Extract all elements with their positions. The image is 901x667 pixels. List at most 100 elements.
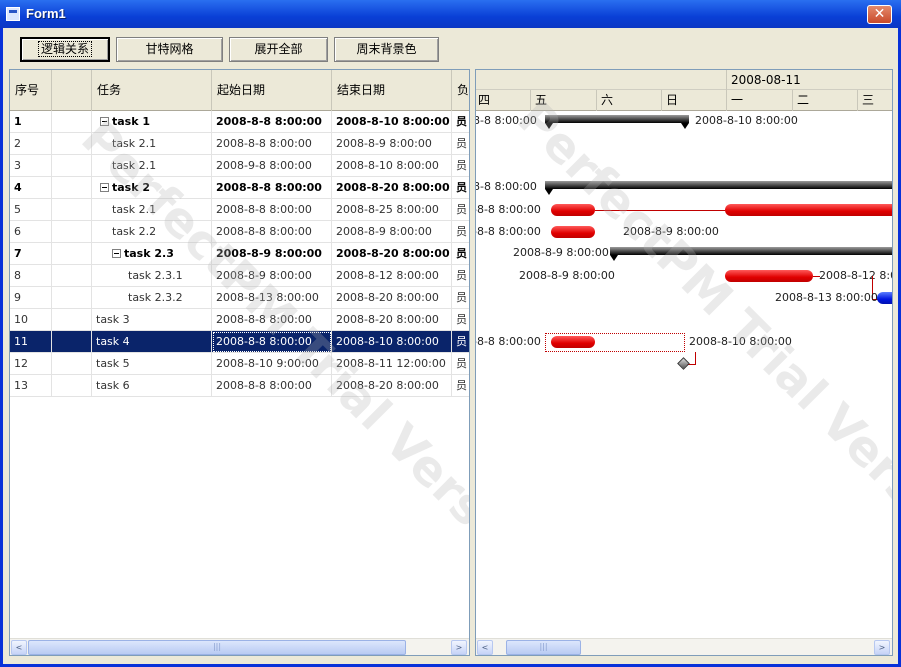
cell-id[interactable]: 6 (10, 221, 52, 243)
table-row[interactable]: 9 task 2.3.2 2008-8-13 8:00:00 2008-8-20 8:… (10, 287, 469, 309)
cell-task[interactable]: task 2.1 (92, 155, 212, 177)
task-bar-2-1-b[interactable] (725, 204, 892, 216)
cell-start[interactable]: 2008-8-9 8:00:00 (212, 243, 332, 265)
cell-id[interactable]: 12 (10, 353, 52, 375)
cell-start[interactable]: 2008-8-8 8:00:00 (212, 375, 332, 397)
table-row[interactable]: 11 task 4 2008-8-8 8:00:00 2008-8-10 8:00:0… (10, 331, 469, 353)
cell-id[interactable]: 3 (10, 155, 52, 177)
table-row[interactable]: 4 task 2 2008-8-8 8:00:00 2008-8-20 8:00:00… (10, 177, 469, 199)
cell-task[interactable]: task 4 (92, 331, 212, 353)
task-bar-2-3-1[interactable] (725, 270, 813, 282)
cell-task[interactable]: task 5 (92, 353, 212, 375)
milestone-task-5[interactable] (677, 357, 690, 370)
table-row[interactable]: 3 task 2.1 2008-9-8 8:00:00 2008-8-10 8:00:… (10, 155, 469, 177)
cell-blank[interactable] (52, 111, 92, 133)
cell-task[interactable]: task 2.3.1 (92, 265, 212, 287)
collapse-icon[interactable] (100, 117, 109, 126)
column-header-task[interactable]: 任务 (92, 70, 212, 111)
cell-resource[interactable]: 员 (452, 133, 469, 155)
table-row[interactable]: 2 task 2.1 2008-8-8 8:00:00 2008-8-9 8:00:0… (10, 133, 469, 155)
cell-blank[interactable] (52, 243, 92, 265)
cell-blank[interactable] (52, 331, 92, 353)
task-bar-2-2[interactable] (551, 226, 595, 238)
cell-resource[interactable]: 员 (452, 287, 469, 309)
cell-end[interactable]: 2008-8-20 8:00:00 (332, 375, 452, 397)
cell-end[interactable]: 2008-8-20 8:00:00 (332, 309, 452, 331)
grid-horizontal-scrollbar[interactable]: < ||| > (10, 638, 469, 655)
cell-id[interactable]: 11 (10, 331, 52, 353)
cell-id[interactable]: 5 (10, 199, 52, 221)
cell-resource[interactable]: 员 (452, 375, 469, 397)
cell-blank[interactable] (52, 287, 92, 309)
cell-end[interactable]: 2008-8-12 8:00:00 (332, 265, 452, 287)
cell-end[interactable]: 2008-8-9 8:00:00 (332, 133, 452, 155)
cell-blank[interactable] (52, 177, 92, 199)
app-icon[interactable] (6, 7, 20, 21)
table-row[interactable]: 12 task 5 2008-8-10 9:00:00 2008-8-11 12:00… (10, 353, 469, 375)
cell-id[interactable]: 4 (10, 177, 52, 199)
cell-task[interactable]: task 1 (92, 111, 212, 133)
collapse-icon[interactable] (112, 249, 121, 258)
cell-resource[interactable]: 员 (452, 199, 469, 221)
cell-end[interactable]: 2008-8-25 8:00:00 (332, 199, 452, 221)
scroll-left-icon[interactable]: < (477, 640, 493, 655)
logic-relation-button[interactable]: 逻辑关系 (20, 37, 110, 62)
cell-end[interactable]: 2008-8-20 8:00:00 (332, 243, 452, 265)
scroll-right-icon[interactable]: > (451, 640, 467, 655)
table-row[interactable]: 8 task 2.3.1 2008-8-9 8:00:00 2008-8-12 8:0… (10, 265, 469, 287)
cell-id[interactable]: 13 (10, 375, 52, 397)
summary-bar-task-2-3[interactable] (610, 247, 892, 261)
cell-blank[interactable] (52, 265, 92, 287)
table-row[interactable]: 7 task 2.3 2008-8-9 8:00:00 2008-8-20 8:00:… (10, 243, 469, 265)
cell-task[interactable]: task 2.3.2 (92, 287, 212, 309)
gantt-grid-button[interactable]: 甘特网格 (116, 37, 223, 62)
cell-resource[interactable]: 员 (452, 221, 469, 243)
cell-task[interactable]: task 2.2 (92, 221, 212, 243)
cell-end[interactable]: 2008-8-11 12:00:00 (332, 353, 452, 375)
task-bar-2-3-2[interactable] (877, 292, 892, 304)
table-row[interactable]: 6 task 2.2 2008-8-8 8:00:00 2008-8-9 8:00:0… (10, 221, 469, 243)
cell-id[interactable]: 2 (10, 133, 52, 155)
cell-end[interactable]: 2008-8-20 8:00:00 (332, 287, 452, 309)
cell-start[interactable]: 2008-8-8 8:00:00 (212, 199, 332, 221)
task-bar-4[interactable] (551, 336, 595, 348)
cell-task[interactable]: task 3 (92, 309, 212, 331)
scroll-thumb[interactable]: ||| (506, 640, 581, 655)
cell-task[interactable]: task 2.1 (92, 133, 212, 155)
cell-start[interactable]: 2008-8-8 8:00:00 (212, 133, 332, 155)
gantt-horizontal-scrollbar[interactable]: < ||| > (476, 638, 892, 655)
cell-blank[interactable] (52, 199, 92, 221)
cell-blank[interactable] (52, 133, 92, 155)
cell-blank[interactable] (52, 375, 92, 397)
table-row[interactable]: 1 task 1 2008-8-8 8:00:00 2008-8-10 8:00:00… (10, 111, 469, 133)
cell-blank[interactable] (52, 353, 92, 375)
collapse-icon[interactable] (100, 183, 109, 192)
expand-all-button[interactable]: 展开全部 (229, 37, 328, 62)
cell-id[interactable]: 1 (10, 111, 52, 133)
cell-id[interactable]: 7 (10, 243, 52, 265)
task-bar-2-1-a[interactable] (551, 204, 595, 216)
cell-start[interactable]: 2008-8-8 8:00:00 (212, 177, 332, 199)
cell-blank[interactable] (52, 309, 92, 331)
table-row[interactable]: 10 task 3 2008-8-8 8:00:00 2008-8-20 8:00:0… (10, 309, 469, 331)
cell-end[interactable]: 2008-8-10 8:00:00 (332, 111, 452, 133)
cell-start[interactable]: 2008-8-10 9:00:00 (212, 353, 332, 375)
cell-id[interactable]: 8 (10, 265, 52, 287)
column-header-blank[interactable] (52, 70, 92, 111)
scroll-thumb[interactable]: ||| (28, 640, 406, 655)
cell-blank[interactable] (52, 155, 92, 177)
cell-blank[interactable] (52, 221, 92, 243)
cell-resource[interactable]: 员 (452, 177, 469, 199)
cell-end[interactable]: 2008-8-10 8:00:00 (332, 331, 452, 353)
cell-end[interactable]: 2008-8-9 8:00:00 (332, 221, 452, 243)
table-row[interactable]: 13 task 6 2008-8-8 8:00:00 2008-8-20 8:00:0… (10, 375, 469, 397)
close-button[interactable]: ✕ (867, 5, 892, 24)
table-row[interactable]: 5 task 2.1 2008-8-8 8:00:00 2008-8-25 8:00:… (10, 199, 469, 221)
cell-resource[interactable]: 员 (452, 243, 469, 265)
scroll-left-icon[interactable]: < (11, 640, 27, 655)
cell-id[interactable]: 9 (10, 287, 52, 309)
column-header-resource[interactable]: 负 (452, 70, 469, 111)
cell-resource[interactable]: 员 (452, 111, 469, 133)
column-header-end[interactable]: 结束日期 (332, 70, 452, 111)
weekend-background-button[interactable]: 周末背景色 (334, 37, 439, 62)
